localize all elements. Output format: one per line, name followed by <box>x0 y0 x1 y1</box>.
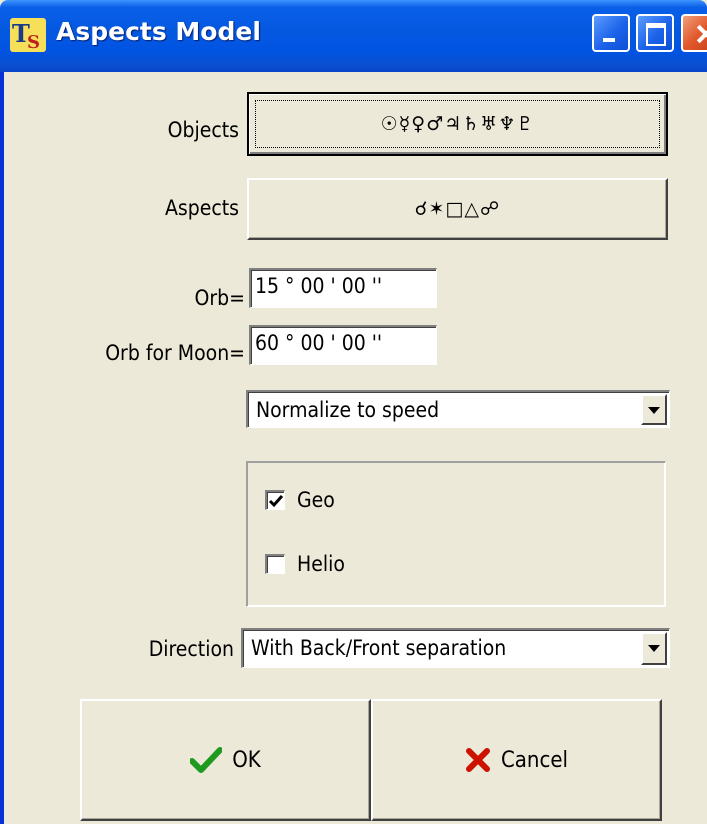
normalize-selected: Normalize to speed <box>256 398 440 422</box>
ts-logo-icon: T S <box>10 18 46 52</box>
geo-checkbox[interactable] <box>265 490 285 510</box>
minimize-icon[interactable] <box>592 14 630 52</box>
x-mark-icon <box>465 747 491 773</box>
aspect-symbols: ☌✶□△☍ <box>414 198 501 220</box>
objects-button[interactable]: ☉☿♀♂♃♄♅♆♇ <box>247 92 668 156</box>
svg-text:S: S <box>27 32 40 52</box>
cancel-button[interactable]: Cancel <box>371 699 662 821</box>
checkmark-icon <box>268 495 284 508</box>
aspects-label: Aspects <box>164 196 239 220</box>
orb-input[interactable]: 15 ° 00 ' 00 '' <box>249 268 437 308</box>
orb-moon-input[interactable]: 60 ° 00 ' 00 '' <box>249 325 437 365</box>
helio-checkbox[interactable] <box>265 554 285 574</box>
window-frame-left <box>0 72 4 824</box>
direction-selected: With Back/Front separation <box>251 636 507 660</box>
maximize-icon[interactable] <box>636 14 674 52</box>
orb-label: Orb= <box>194 286 245 310</box>
aspects-button[interactable]: ☌✶□△☍ <box>247 178 668 240</box>
geo-option[interactable]: Geo <box>265 488 335 512</box>
focus-rect <box>255 100 660 148</box>
helio-option[interactable]: Helio <box>265 552 345 576</box>
checkmark-icon <box>190 747 223 773</box>
ok-label: OK <box>232 747 261 773</box>
direction-dropdown[interactable]: With Back/Front separation <box>241 628 670 668</box>
aspects-model-dialog: T S Aspects Model Objects ☉☿♀♂♃♄♅♆♇ Aspe… <box>0 0 707 824</box>
coordinate-group: Geo Helio <box>246 461 666 607</box>
chevron-down-icon[interactable] <box>641 632 667 665</box>
close-icon[interactable] <box>681 14 707 52</box>
orb-moon-label: Orb for Moon= <box>105 341 245 365</box>
title-bar[interactable]: T S Aspects Model <box>0 0 707 72</box>
direction-label: Direction <box>148 637 234 661</box>
geo-label: Geo <box>297 488 335 512</box>
chevron-down-icon[interactable] <box>641 394 667 425</box>
window-title: Aspects Model <box>56 17 261 46</box>
helio-label: Helio <box>297 552 345 576</box>
objects-label: Objects <box>167 118 239 142</box>
cancel-label: Cancel <box>500 747 569 773</box>
ok-button[interactable]: OK <box>80 699 371 821</box>
normalize-dropdown[interactable]: Normalize to speed <box>246 390 670 428</box>
